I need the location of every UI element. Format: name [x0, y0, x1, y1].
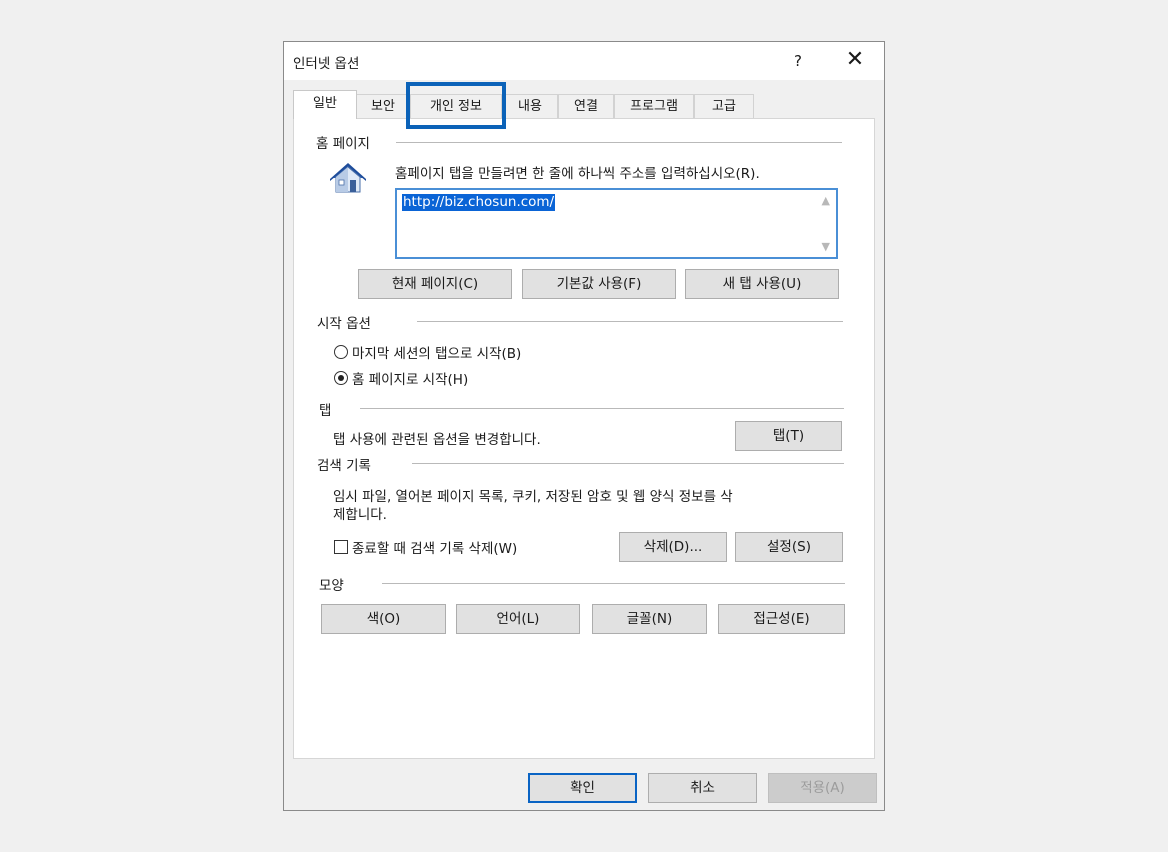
history-settings-button[interactable]: 설정(S) [735, 532, 843, 562]
use-default-button[interactable]: 기본값 사용(F) [522, 269, 676, 299]
start-home-page-radio[interactable] [334, 371, 348, 385]
startup-section-divider [417, 321, 843, 323]
appearance-section-label: 모양 [319, 578, 344, 594]
cancel-button[interactable]: 취소 [648, 773, 757, 803]
internet-options-dialog: 인터넷 옵션 ? ✕ 일반 보안 개인 정보 내용 연결 프로그램 고급 홈 페… [283, 41, 885, 811]
dialog-title: 인터넷 옵션 [293, 56, 360, 72]
appearance-section-divider [382, 583, 845, 585]
scroll-up-icon[interactable]: ▲ [822, 194, 830, 207]
fonts-button[interactable]: 글꼴(N) [592, 604, 707, 634]
home-page-icon [330, 163, 366, 193]
start-last-session-radio[interactable] [334, 345, 348, 359]
tab-content[interactable]: 내용 [502, 94, 558, 118]
delete-history-on-exit-checkbox[interactable] [334, 540, 348, 554]
tab-connections[interactable]: 연결 [558, 94, 614, 118]
privacy-tab-highlight [406, 82, 506, 129]
tab-advanced[interactable]: 고급 [694, 94, 754, 118]
close-button[interactable]: ✕ [832, 48, 878, 74]
history-description-line2: 제합니다. [333, 507, 387, 523]
tabs-section-label: 탭 [319, 403, 332, 419]
tabs-settings-button[interactable]: 탭(T) [735, 421, 842, 451]
history-section-divider [412, 463, 844, 465]
tab-general[interactable]: 일반 [293, 90, 357, 119]
browsing-history-section-label: 검색 기록 [317, 458, 371, 474]
tabs-description: 탭 사용에 관련된 옵션을 변경합니다. [333, 432, 541, 448]
title-bar[interactable]: 인터넷 옵션 ? ✕ [284, 42, 884, 80]
tab-security[interactable]: 보안 [356, 94, 410, 118]
apply-button[interactable]: 적용(A) [768, 773, 877, 803]
delete-history-on-exit-label[interactable]: 종료할 때 검색 기록 삭제(W) [352, 537, 517, 557]
home-section-divider [396, 142, 842, 144]
tabs-section-divider [360, 408, 844, 410]
history-description-line1: 임시 파일, 열어본 페이지 목록, 쿠키, 저장된 암호 및 웹 양식 정보를… [333, 489, 733, 505]
start-home-page-label[interactable]: 홈 페이지로 시작(H) [352, 368, 468, 388]
accessibility-button[interactable]: 접근성(E) [718, 604, 845, 634]
startup-section-label: 시작 옵션 [317, 316, 371, 332]
home-page-section-label: 홈 페이지 [316, 136, 370, 152]
scroll-down-icon[interactable]: ▼ [822, 240, 830, 253]
home-page-url-text: http://biz.chosun.com/ [402, 194, 556, 211]
home-page-instruction: 홈페이지 탭을 만들려면 한 줄에 하나씩 주소를 입력하십시오(R). [395, 166, 760, 182]
tab-programs[interactable]: 프로그램 [614, 94, 694, 118]
use-current-button[interactable]: 현재 페이지(C) [358, 269, 512, 299]
home-page-url-textarea[interactable]: http://biz.chosun.com/ ▲ ▼ [395, 188, 838, 259]
delete-history-button[interactable]: 삭제(D)... [619, 532, 727, 562]
use-new-tab-button[interactable]: 새 탭 사용(U) [685, 269, 839, 299]
languages-button[interactable]: 언어(L) [456, 604, 580, 634]
help-button[interactable]: ? [778, 48, 818, 74]
ok-button[interactable]: 확인 [528, 773, 637, 803]
colors-button[interactable]: 색(O) [321, 604, 446, 634]
start-last-session-label[interactable]: 마지막 세션의 탭으로 시작(B) [352, 342, 521, 362]
